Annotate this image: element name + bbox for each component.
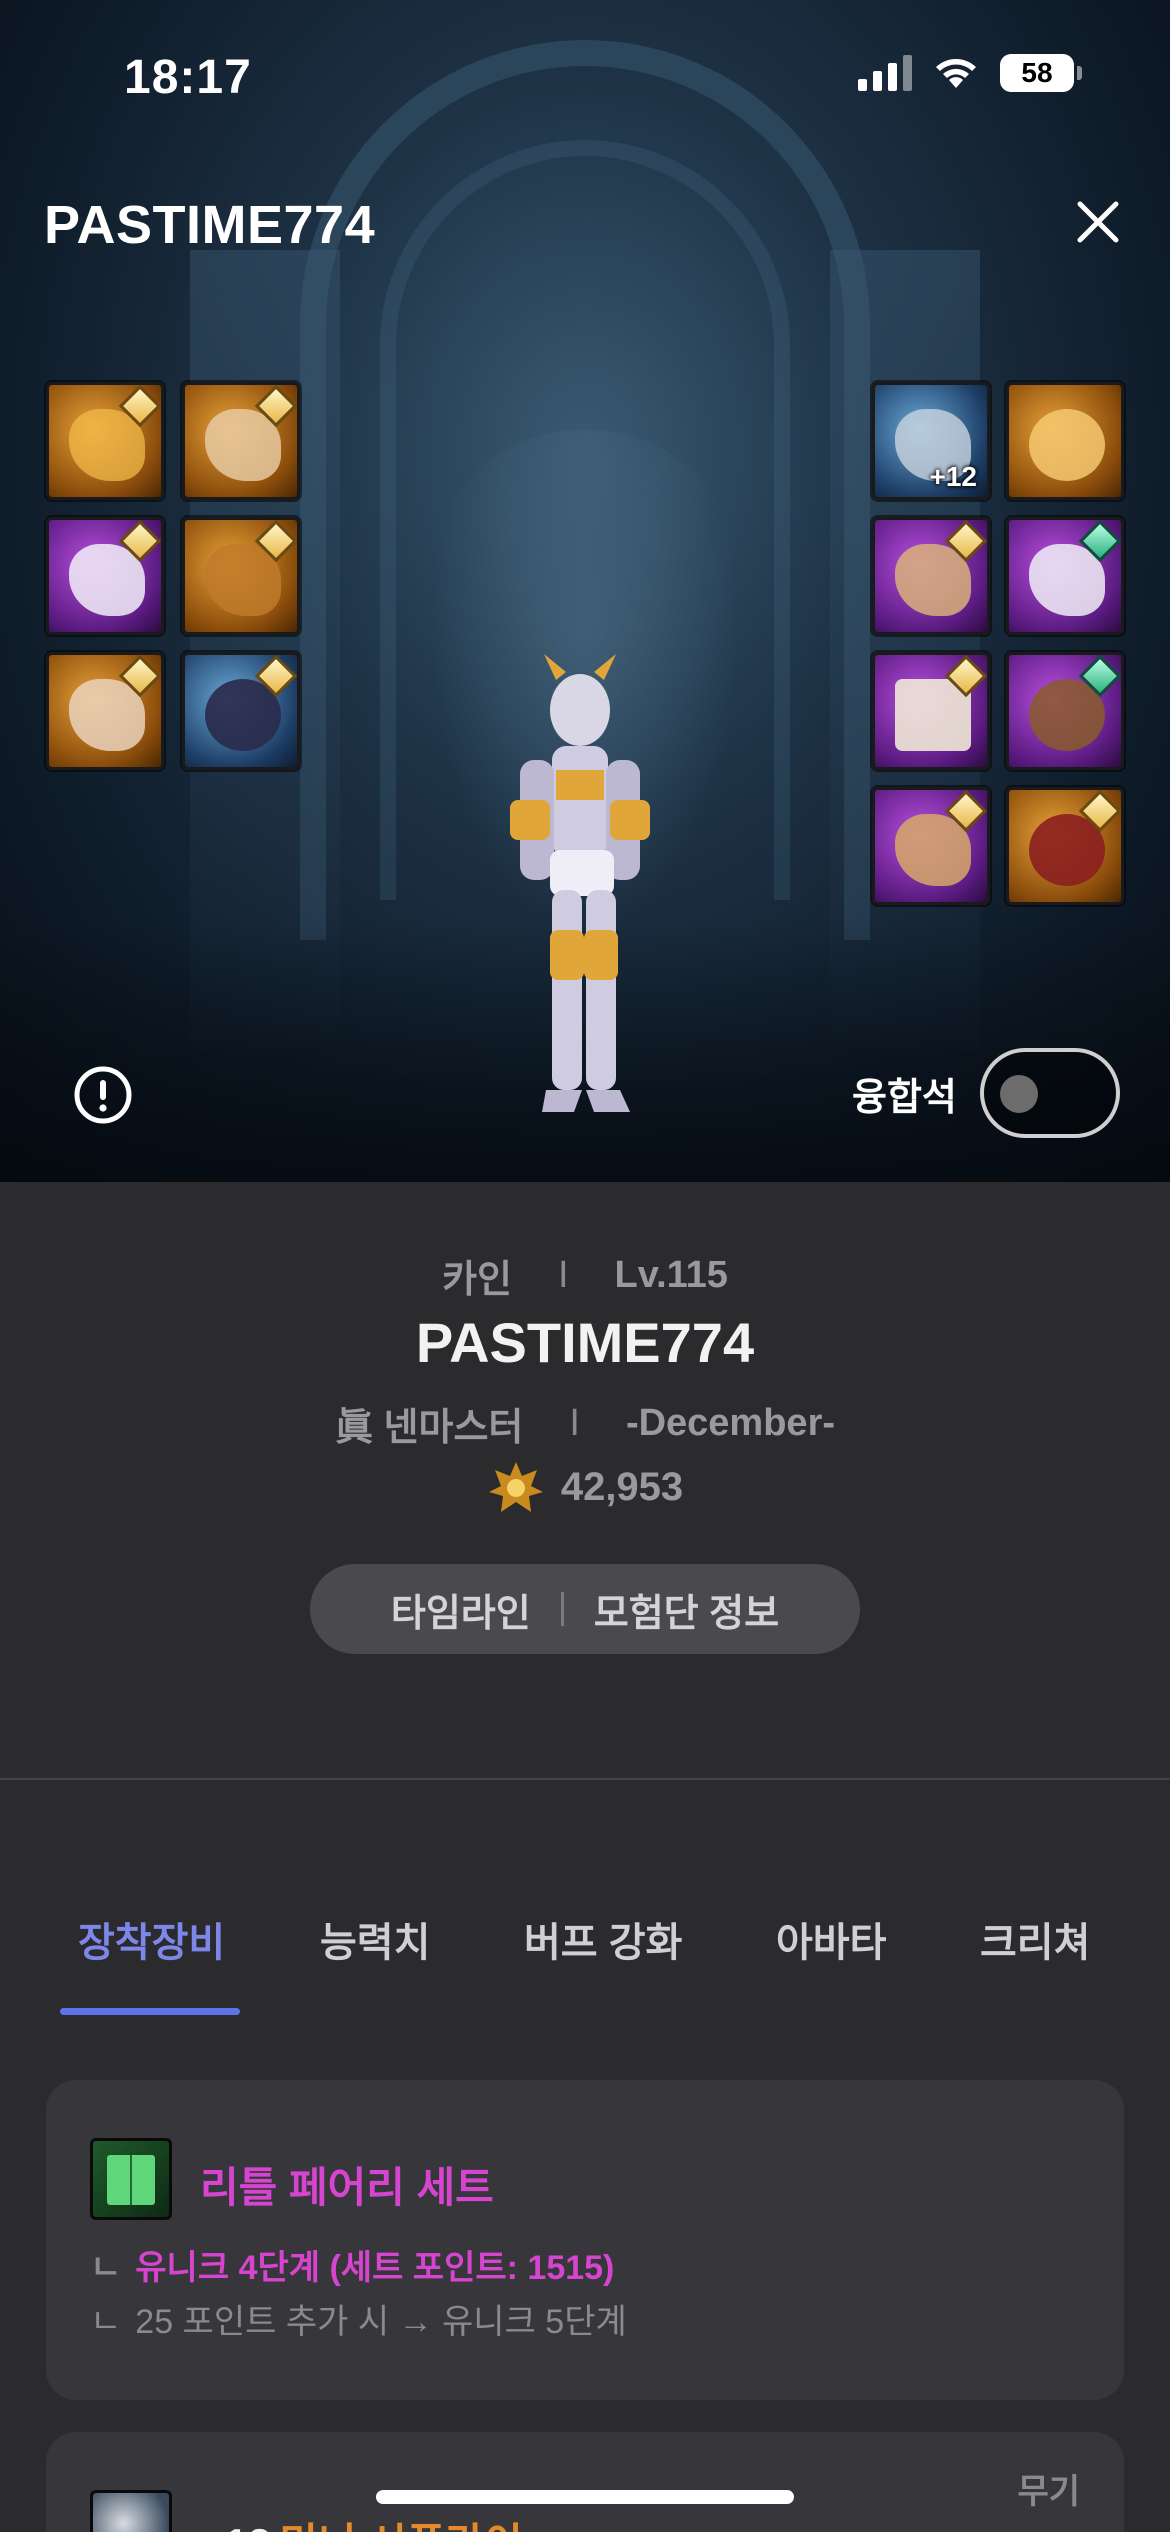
timeline-button[interactable]: 타임라인: [361, 1582, 561, 1637]
cellular-signal-icon: [858, 55, 912, 91]
enhance-level: +12: [929, 461, 978, 492]
close-icon: [1077, 201, 1119, 243]
set-next-tier-text: 25 포인트 추가 시 → 유니크 5단계: [135, 2303, 627, 2341]
info-button[interactable]: [72, 1064, 134, 1126]
tab-avatar[interactable]: 아바타: [776, 1910, 886, 1968]
status-time: 18:17: [124, 51, 252, 104]
equip-slot-ring[interactable]: [1006, 652, 1124, 770]
fusion-stone-label: 융합석: [852, 1077, 957, 1119]
fusion-stone-toggle[interactable]: [980, 1048, 1120, 1138]
job-name: 眞 넨마스터: [334, 1407, 524, 1449]
fame-row: 42,953: [0, 1460, 1170, 1514]
tab-buff-enhance[interactable]: 버프 강화: [524, 1910, 682, 1968]
tree-hook: ㄴ: [90, 2303, 122, 2341]
equip-slot-belt[interactable]: [182, 517, 300, 635]
tab-creature[interactable]: 크리쳐: [980, 1910, 1090, 1968]
equip-slot-necklace[interactable]: [1006, 517, 1124, 635]
weapon-card[interactable]: +12 미니 시폰라이 무기: [46, 2432, 1124, 2532]
separator: I: [557, 1254, 569, 1296]
green-book-icon: [90, 2138, 172, 2220]
equip-slot-shoulder[interactable]: [46, 382, 164, 500]
fame-crest-icon: [488, 1462, 543, 1512]
weapon-name: 미니 시폰라이: [279, 2520, 523, 2532]
guild-name: -December-: [625, 1402, 836, 1444]
weapon-name-row: +12 미니 시폰라이: [200, 2510, 523, 2532]
equip-slot-bracelet[interactable]: [872, 517, 990, 635]
tab-equipment[interactable]: 장착장비: [78, 1910, 225, 1968]
character-profile: 카인 I Lv.115 PASTIME774 眞 넨마스터 I -Decembe…: [0, 1182, 1170, 1782]
close-button[interactable]: [1066, 190, 1130, 254]
profile-actions: 타임라인 모험단 정보: [310, 1564, 860, 1654]
battery-icon: 58: [1000, 54, 1082, 92]
job-guild-row: 眞 넨마스터 I -December-: [0, 1396, 1170, 1451]
equip-slot-crest[interactable]: [1006, 382, 1124, 500]
equip-slot-earring[interactable]: [1006, 787, 1124, 905]
character-level: Lv.115: [614, 1254, 728, 1296]
section-divider: [0, 1778, 1170, 1780]
separator: I: [569, 1402, 580, 1444]
equip-slot-pants[interactable]: [46, 517, 164, 635]
fame-value: 42,953: [560, 1464, 684, 1509]
status-icons: 58: [858, 54, 1082, 92]
home-indicator[interactable]: [376, 2490, 794, 2504]
set-next-tier-line: ㄴ 25 포인트 추가 시 → 유니크 5단계: [90, 2294, 627, 2343]
weapon-enhance: +12: [200, 2520, 271, 2532]
equip-slot-support[interactable]: [872, 652, 990, 770]
equip-slot-weapon[interactable]: +12: [872, 382, 990, 500]
set-info-card[interactable]: 리틀 페어리 세트 ㄴ 유니크 4단계 (세트 포인트: 1515) ㄴ 25 포인…: [46, 2080, 1124, 2400]
tree-hook: ㄴ: [90, 2249, 122, 2287]
set-name: 리틀 페어리 세트: [200, 2164, 494, 2211]
active-tab-indicator: [60, 2008, 240, 2015]
set-tier-text: 유니크 4단계 (세트 포인트: 1515): [135, 2249, 615, 2287]
character-sprite: [510, 654, 650, 1112]
character-name: PASTIME774: [415, 1311, 755, 1374]
equipment-type: 무기: [1017, 2473, 1080, 2511]
equip-slot-magic-stone[interactable]: [872, 787, 990, 905]
page-title: PASTIME774: [44, 195, 376, 255]
server-name: 카인: [442, 1259, 512, 1301]
equip-slot-title[interactable]: [182, 652, 300, 770]
wifi-icon: [936, 59, 976, 88]
equip-slot-shoes[interactable]: [46, 652, 164, 770]
tab-stats[interactable]: 능력치: [320, 1910, 430, 1968]
weapon-icon: [90, 2490, 172, 2532]
adventure-info-button[interactable]: 모험단 정보: [564, 1582, 809, 1637]
server-level-row: 카인 I Lv.115: [0, 1248, 1170, 1303]
tab-bar: 장착장비 능력치 버프 강화 아바타 크리쳐: [0, 1910, 1170, 2020]
crest-icon: [1029, 409, 1105, 481]
equip-slot-top[interactable]: [182, 382, 300, 500]
exclamation-circle-icon: [74, 1066, 132, 1124]
toggle-knob: [1000, 1075, 1038, 1113]
character-hero: 18:17 58 PASTIME774 +12 융합석: [0, 0, 1170, 1182]
set-tier-line: ㄴ 유니크 4단계 (세트 포인트: 1515): [90, 2240, 614, 2289]
